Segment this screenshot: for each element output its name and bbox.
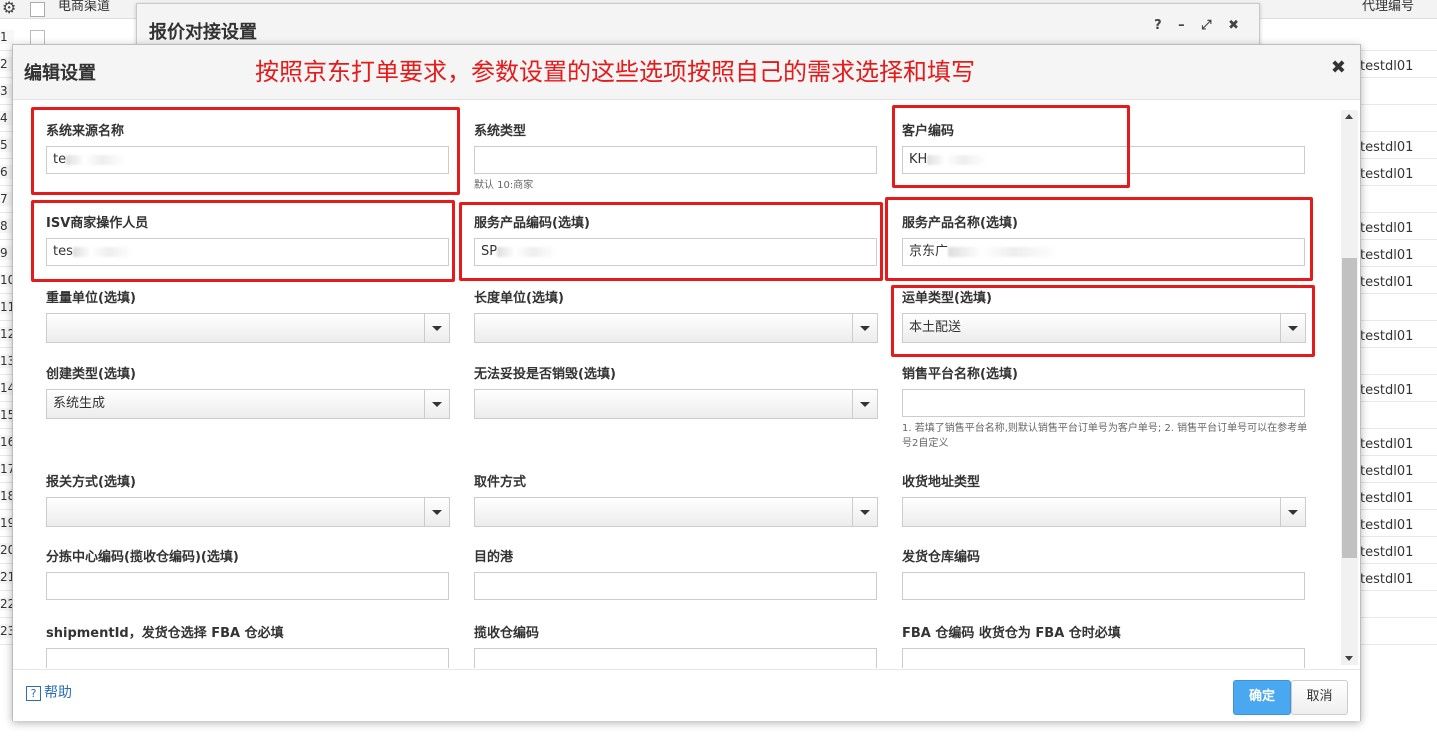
agent-code-cell: testdl01 — [1360, 59, 1414, 74]
pickup-select[interactable] — [474, 497, 878, 527]
chevron-down-icon[interactable] — [424, 314, 449, 342]
input-value: 京东广 — [909, 244, 949, 259]
form-body: 系统来源名称 te 系统类型 默认 10:商家 客户编码 KH ISV商家操作人… — [13, 100, 1360, 668]
column-header-agent-code[interactable]: 代理编号 — [1362, 0, 1414, 18]
isv-operator-input[interactable]: tes — [46, 238, 449, 266]
annotation-text: 按照京东打单要求，参数设置的这些选项按照自己的需求选择和填写 — [255, 58, 975, 86]
create-type-select[interactable]: 系统生成 — [46, 389, 450, 419]
field-label: 客户编码 — [902, 124, 955, 139]
field-label: 创建类型(选填) — [46, 367, 136, 382]
chevron-down-icon[interactable] — [1280, 498, 1305, 526]
field-label: 揽收仓编码 — [474, 626, 540, 641]
agent-code-cell: testdl01 — [1360, 572, 1414, 587]
platform-name-input[interactable] — [902, 389, 1305, 417]
chevron-down-icon[interactable] — [852, 314, 877, 342]
field-label: 取件方式 — [474, 475, 527, 490]
row-number: 1 — [0, 30, 14, 44]
field-label: 无法妥投是否销毁(选填) — [474, 367, 616, 382]
dialog-header: 编辑设置 按照京东打单要求，参数设置的这些选项按照自己的需求选择和填写 ✖ — [13, 45, 1360, 100]
dialog-title: 编辑设置 — [24, 63, 96, 84]
collect-warehouse-input[interactable] — [474, 648, 877, 668]
select-value: 系统生成 — [53, 396, 106, 411]
field-label: 系统类型 — [474, 124, 527, 139]
field-label: 系统来源名称 — [46, 124, 125, 139]
column-header-channel[interactable]: 电商渠道 — [58, 0, 110, 18]
agent-code-cell: testdl01 — [1360, 491, 1414, 506]
window-controls[interactable]: ? – ⤢ ✖ — [1154, 18, 1245, 33]
field-label: 销售平台名称(选填) — [902, 367, 1018, 382]
help-label: 帮助 — [44, 685, 72, 701]
field-label: 运单类型(选填) — [902, 291, 992, 306]
field-label: shipmentId，发货仓选择 FBA 仓必填 — [46, 626, 284, 641]
ship-warehouse-input[interactable] — [902, 572, 1305, 600]
dialog-footer: ? 帮助 确定 取消 — [13, 669, 1360, 721]
destination-port-input[interactable] — [474, 572, 877, 600]
weight-unit-select[interactable] — [46, 313, 450, 343]
undeliverable-destroy-select[interactable] — [474, 389, 878, 419]
field-label: 收货地址类型 — [902, 475, 981, 490]
cancel-button[interactable]: 取消 — [1291, 680, 1348, 715]
select-all-checkbox[interactable] — [30, 2, 45, 17]
agent-code-cell: testdl01 — [1360, 464, 1414, 479]
chevron-down-icon[interactable] — [424, 390, 449, 418]
field-hint: 1. 若填了销售平台名称,则默认销售平台订单号为客户单号; 2. 销售平台订单号… — [902, 423, 1308, 449]
system-source-input[interactable]: te — [46, 146, 449, 174]
select-value: 本土配送 — [909, 320, 962, 335]
help-icon: ? — [26, 686, 41, 701]
confirm-button[interactable]: 确定 — [1233, 680, 1291, 715]
agent-code-cell: testdl01 — [1360, 545, 1414, 560]
chevron-down-icon[interactable] — [424, 498, 449, 526]
scroll-down-icon[interactable] — [1345, 656, 1353, 661]
length-unit-select[interactable] — [474, 313, 878, 343]
agent-code-cell: testdl01 — [1360, 140, 1414, 155]
agent-code-cell: testdl01 — [1360, 329, 1414, 344]
field-label: 发货仓库编码 — [902, 550, 981, 565]
input-value: SP — [481, 244, 498, 259]
field-label: 长度单位(选填) — [474, 291, 564, 306]
field-label: 服务产品名称(选填) — [902, 216, 1018, 231]
agent-code-cell: testdl01 — [1360, 383, 1414, 398]
input-value: te — [53, 152, 67, 167]
field-label: 重量单位(选填) — [46, 291, 136, 306]
chevron-down-icon[interactable] — [852, 390, 877, 418]
customs-select[interactable] — [46, 497, 450, 527]
field-label: 服务产品编码(选填) — [474, 216, 590, 231]
service-name-input[interactable]: 京东广 — [902, 238, 1305, 266]
agent-code-cell: testdl01 — [1360, 248, 1414, 263]
customer-code-input[interactable]: KH — [902, 146, 1305, 174]
help-link[interactable]: ? 帮助 — [26, 682, 72, 702]
field-label: ISV商家操作人员 — [46, 216, 149, 231]
chevron-down-icon[interactable] — [852, 498, 877, 526]
field-label: 目的港 — [474, 550, 514, 565]
edit-settings-dialog: 编辑设置 按照京东打单要求，参数设置的这些选项按照自己的需求选择和填写 ✖ 系统… — [12, 44, 1361, 721]
dialog-title: 报价对接设置 — [149, 22, 257, 43]
field-hint: 默认 10:商家 — [474, 180, 534, 191]
service-code-input[interactable]: SP — [474, 238, 877, 266]
chevron-down-icon[interactable] — [1280, 314, 1305, 342]
system-type-input[interactable] — [474, 146, 877, 174]
field-label: 分拣中心编码(揽收仓编码)(选填) — [46, 550, 239, 565]
fba-warehouse-input[interactable] — [902, 648, 1305, 668]
field-label: FBA 仓编码 收货仓为 FBA 仓时必填 — [902, 626, 1121, 641]
scroll-up-icon[interactable] — [1345, 114, 1353, 119]
agent-code-cell: testdl01 — [1360, 167, 1414, 182]
agent-code-cell: testdl01 — [1360, 275, 1414, 290]
vertical-scrollbar[interactable] — [1341, 110, 1358, 665]
input-value: KH — [909, 152, 928, 167]
sort-center-input[interactable] — [46, 572, 449, 600]
row-checkbox[interactable] — [30, 30, 45, 45]
gear-icon[interactable]: ⚙ — [2, 0, 16, 17]
agent-code-cell: testdl01 — [1360, 437, 1414, 452]
close-icon[interactable]: ✖ — [1331, 57, 1346, 78]
input-value: tes — [53, 244, 73, 259]
scrollbar-thumb[interactable] — [1342, 258, 1357, 558]
address-type-select[interactable] — [902, 497, 1306, 527]
agent-code-cell: testdl01 — [1360, 221, 1414, 236]
field-label: 报关方式(选填) — [46, 475, 136, 490]
agent-code-cell: testdl01 — [1360, 518, 1414, 533]
shipment-id-input[interactable] — [46, 648, 449, 668]
waybill-type-select[interactable]: 本土配送 — [902, 313, 1306, 343]
